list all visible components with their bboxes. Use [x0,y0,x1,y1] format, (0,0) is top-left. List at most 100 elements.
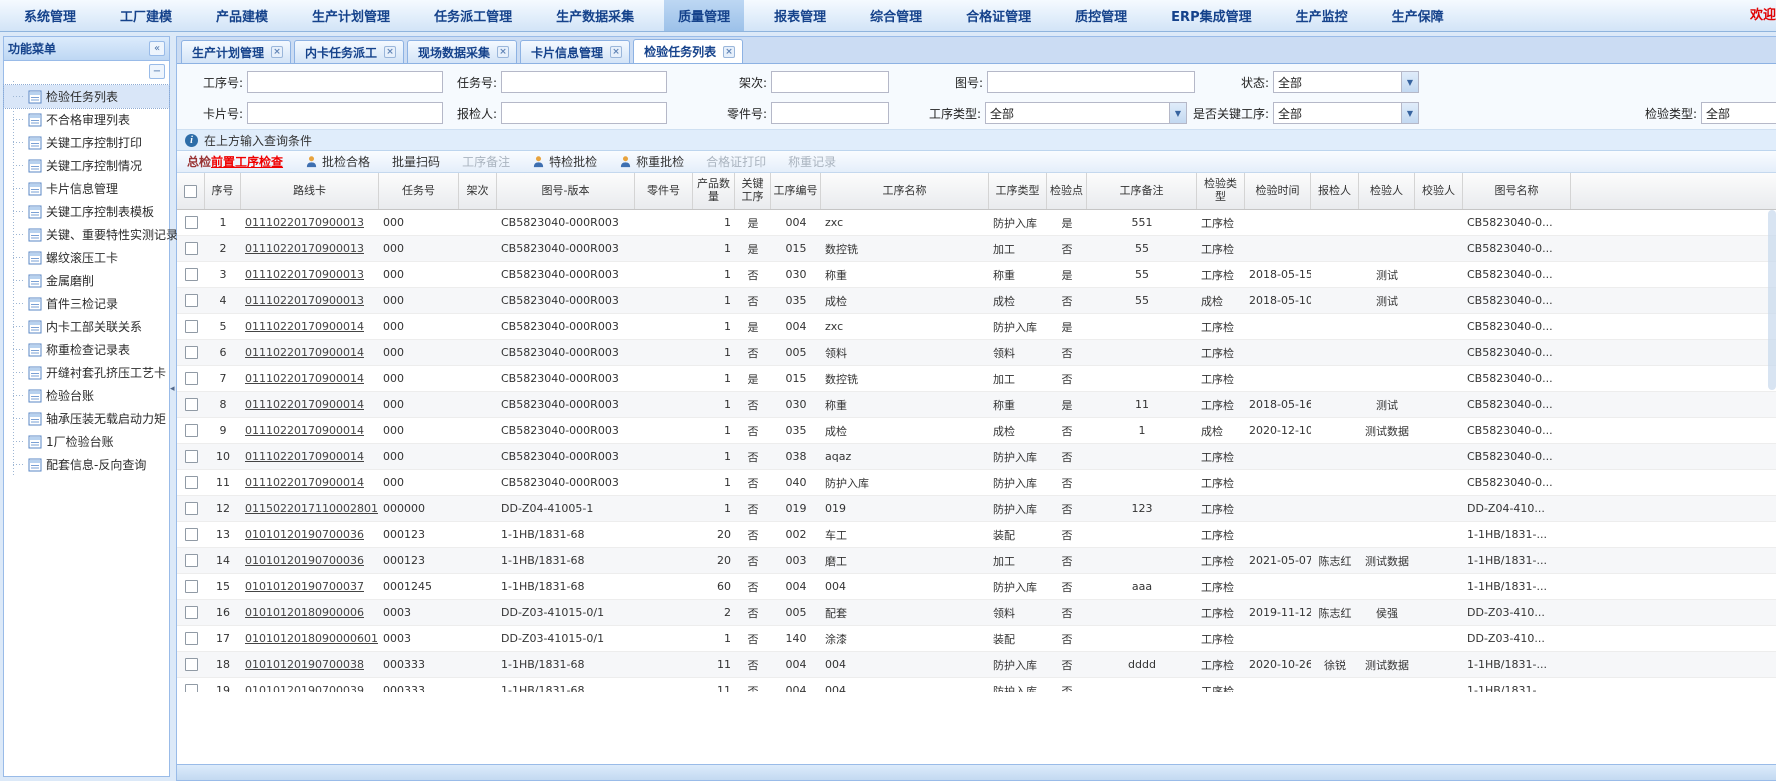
column-header-drawing[interactable]: 图号-版本 [497,173,635,209]
table-row-15[interactable]: 150101012019070003700012451-1HB/1831-686… [177,574,1776,600]
route-card-link[interactable]: 01110220170900014 [245,476,364,489]
tab-close-icon[interactable]: × [271,46,283,58]
column-header-reporter[interactable]: 报检人 [1311,173,1359,209]
sidebar-item-3[interactable]: 关键工序控制情况 [4,154,169,177]
column-header-name[interactable]: 工序名称 [821,173,989,209]
tab-3[interactable]: 卡片信息管理× [520,40,630,63]
row-checkbox[interactable] [185,554,198,567]
route-card-link[interactable]: 0101012018090000601 [245,632,378,645]
sidebar-item-15[interactable]: 1厂检验台账 [4,430,169,453]
route-card-link[interactable]: 01110220170900013 [245,216,364,229]
row-checkbox[interactable] [185,268,198,281]
toolbar-button-4[interactable]: 特检批检 [532,153,597,170]
sidebar-item-16[interactable]: 配套信息-反向查询 [4,453,169,476]
row-checkbox[interactable] [185,606,198,619]
part-no-input[interactable] [771,102,889,124]
chevron-down-icon[interactable]: ▼ [1401,72,1418,92]
route-card-link[interactable]: 01110220170900013 [245,242,364,255]
key-process-select[interactable]: 全部 ▼ [1273,102,1419,124]
table-row-19[interactable]: 19010101201907000390003331-1HB/1831-6811… [177,678,1776,692]
nav-item-11[interactable]: ERP集成管理 [1157,0,1265,31]
table-row-1[interactable]: 101110220170900013000CB5823040-000R0031是… [177,210,1776,236]
column-header-remark[interactable]: 工序备注 [1087,173,1197,209]
column-header-drawing_name[interactable]: 图号名称 [1463,173,1571,209]
row-checkbox[interactable] [185,502,198,515]
table-row-8[interactable]: 801110220170900014000CB5823040-000R0031否… [177,392,1776,418]
tab-1[interactable]: 内卡任务派工× [294,40,404,63]
route-card-link[interactable]: 01110220170900014 [245,320,364,333]
chevron-down-icon[interactable]: ▼ [1401,103,1418,123]
card-no-input[interactable] [247,102,443,124]
nav-item-1[interactable]: 工厂建模 [106,0,186,31]
nav-item-2[interactable]: 产品建模 [202,0,282,31]
route-card-link[interactable]: 01010120190700039 [245,684,364,692]
column-header-task[interactable]: 任务号 [379,173,459,209]
row-checkbox[interactable] [185,320,198,333]
toolbar-button-5[interactable]: 称重批检 [619,153,684,170]
nav-item-13[interactable]: 生产保障 [1378,0,1458,31]
row-checkbox[interactable] [185,294,198,307]
table-row-13[interactable]: 13010101201907000360001231-1HB/1831-6820… [177,522,1776,548]
select-all-checkbox[interactable] [184,185,197,198]
route-card-link[interactable]: 01110220170900014 [245,346,364,359]
table-row-10[interactable]: 1001110220170900014000CB5823040-000R0031… [177,444,1776,470]
sidebar-collapse-icon[interactable]: « [149,41,165,56]
sidebar-item-1[interactable]: 不合格审理列表 [4,108,169,131]
table-row-5[interactable]: 501110220170900014000CB5823040-000R0031是… [177,314,1776,340]
route-card-link[interactable]: 01110220170900013 [245,268,364,281]
drawing-no-input[interactable] [987,71,1195,93]
column-header-verifier[interactable]: 校验人 [1415,173,1463,209]
row-checkbox[interactable] [185,632,198,645]
tab-close-icon[interactable]: × [497,46,509,58]
route-card-link[interactable]: 01010120190700036 [245,554,364,567]
tab-2[interactable]: 现场数据采集× [407,40,517,63]
row-checkbox[interactable] [185,398,198,411]
column-header-batch[interactable]: 架次 [459,173,497,209]
inspect-type-select[interactable]: 全部 [1701,102,1776,124]
reporter-input[interactable] [501,102,667,124]
column-header-route[interactable]: 路线卡 [241,173,379,209]
table-row-12[interactable]: 120115022017110002801000000DD-Z04-41005-… [177,496,1776,522]
sidebar-item-9[interactable]: 首件三检记录 [4,292,169,315]
panel-minimize-icon[interactable]: − [149,64,165,79]
table-row-2[interactable]: 201110220170900013000CB5823040-000R0031是… [177,236,1776,262]
row-checkbox[interactable] [185,372,198,385]
row-checkbox[interactable] [185,242,198,255]
table-row-3[interactable]: 301110220170900013000CB5823040-000R0031否… [177,262,1776,288]
table-row-18[interactable]: 18010101201907000380003331-1HB/1831-6811… [177,652,1776,678]
status-select[interactable]: 全部 ▼ [1273,71,1419,93]
nav-item-12[interactable]: 生产监控 [1282,0,1362,31]
nav-item-10[interactable]: 质控管理 [1061,0,1141,31]
column-header-seq[interactable]: 序号 [205,173,241,209]
sidebar-item-13[interactable]: 检验台账 [4,384,169,407]
tab-4[interactable]: 检验任务列表× [633,39,743,63]
vertical-scrollbar[interactable] [1768,210,1776,390]
tab-close-icon[interactable]: × [723,46,735,58]
sidebar-item-7[interactable]: 螺纹滚压工卡 [4,246,169,269]
table-row-11[interactable]: 1101110220170900014000CB5823040-000R0031… [177,470,1776,496]
sidebar-item-8[interactable]: 金属磨削 [4,269,169,292]
row-checkbox[interactable] [185,216,198,229]
column-header-check[interactable] [177,173,205,209]
row-checkbox[interactable] [185,346,198,359]
table-row-17[interactable]: 1701010120180900006010003DD-Z03-41015-0/… [177,626,1776,652]
table-row-7[interactable]: 701110220170900014000CB5823040-000R0031是… [177,366,1776,392]
column-header-type[interactable]: 工序类型 [989,173,1047,209]
sidebar-item-6[interactable]: 关键、重要特性实测记录 [4,223,169,246]
column-header-insp_time[interactable]: 检验时间 [1245,173,1311,209]
route-card-link[interactable]: 01110220170900013 [245,294,364,307]
column-header-qty[interactable]: 产品数量 [693,173,735,209]
sidebar-item-12[interactable]: 开缝衬套孔挤压工艺卡 [4,361,169,384]
column-header-code[interactable]: 工序编号 [771,173,821,209]
batch-input[interactable] [771,71,889,93]
nav-item-4[interactable]: 任务派工管理 [420,0,526,31]
row-checkbox[interactable] [185,424,198,437]
tab-0[interactable]: 生产计划管理× [181,40,291,63]
nav-item-7[interactable]: 报表管理 [760,0,840,31]
route-card-link[interactable]: 01110220170900014 [245,424,364,437]
sidebar-item-11[interactable]: 称重检查记录表 [4,338,169,361]
row-checkbox[interactable] [185,658,198,671]
row-checkbox[interactable] [185,528,198,541]
toolbar-button-2[interactable]: 批量扫码 [392,153,440,170]
column-header-insp_type[interactable]: 检验类型 [1197,173,1245,209]
